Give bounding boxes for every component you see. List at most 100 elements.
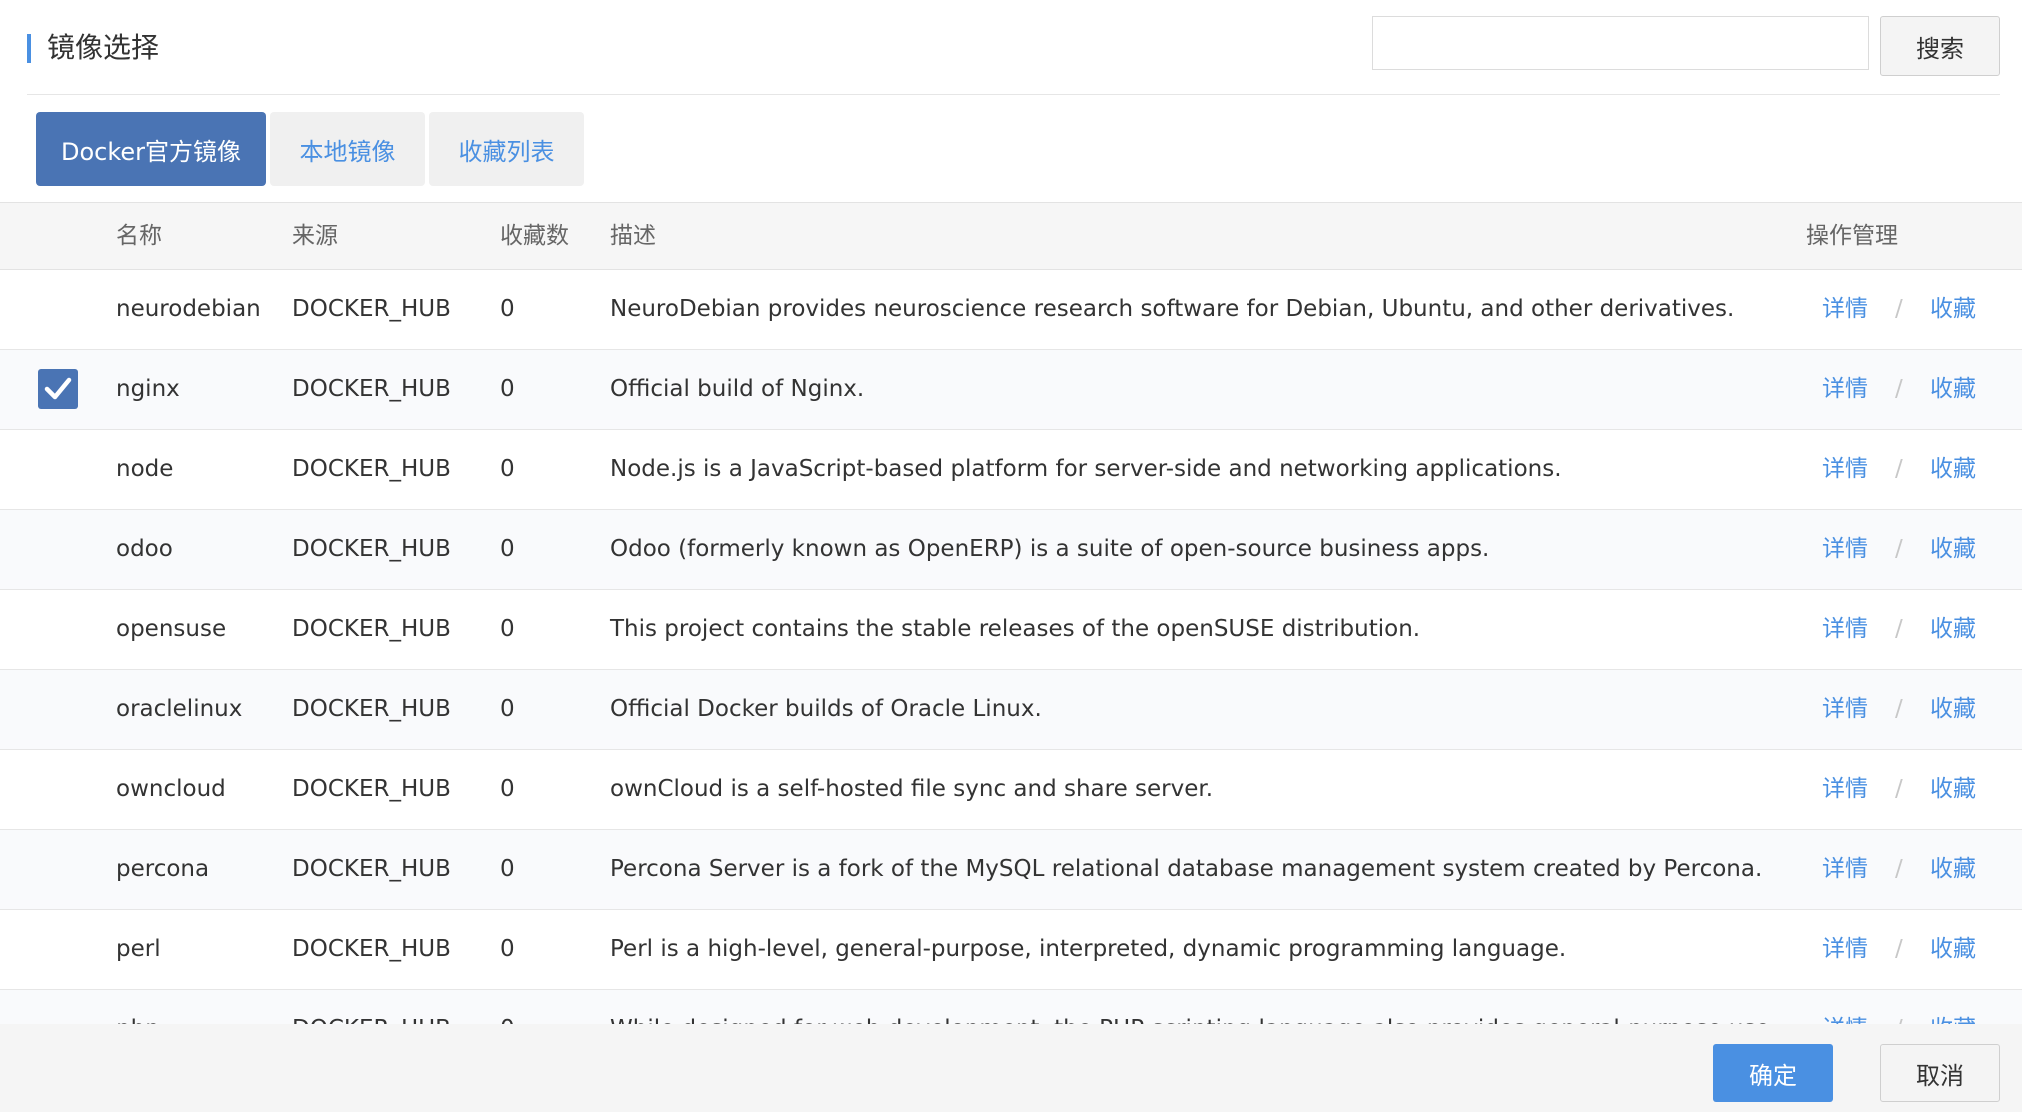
cell-name: oraclelinux bbox=[116, 696, 243, 722]
cell-source: DOCKER_HUB bbox=[292, 376, 451, 402]
cell-count: 0 bbox=[500, 616, 515, 642]
detail-link[interactable]: 详情 bbox=[1822, 430, 1868, 509]
cell-source: DOCKER_HUB bbox=[292, 696, 451, 722]
table-row[interactable]: neurodebian DOCKER_HUB 0 NeuroDebian provid… bbox=[0, 270, 2022, 350]
cell-source: DOCKER_HUB bbox=[292, 536, 451, 562]
tab-docker-official[interactable]: Docker官方镜像 bbox=[36, 112, 266, 186]
cell-name: opensuse bbox=[116, 616, 227, 642]
detail-link[interactable]: 详情 bbox=[1822, 750, 1868, 829]
header: 镜像选择 搜索 bbox=[0, 0, 2022, 96]
search-input[interactable] bbox=[1372, 16, 1869, 70]
cell-name: owncloud bbox=[116, 776, 226, 802]
action-separator: / bbox=[1895, 856, 1903, 882]
favorite-link[interactable]: 收藏 bbox=[1930, 430, 1976, 509]
image-table: 名称 来源 收藏数 描述 操作管理 neurodebian DOCKER_HUB 0… bbox=[0, 202, 2022, 1026]
row-checkbox[interactable] bbox=[38, 289, 78, 329]
tab-bar: Docker官方镜像 本地镜像 收藏列表 bbox=[36, 112, 588, 186]
favorite-link[interactable]: 收藏 bbox=[1930, 270, 1976, 349]
confirm-button[interactable]: 确定 bbox=[1713, 1044, 1833, 1102]
row-checkbox[interactable] bbox=[38, 609, 78, 649]
table-row[interactable]: nginx DOCKER_HUB 0 Official build of Nginx.… bbox=[0, 350, 2022, 430]
cell-desc: ownCloud is a self-hosted file sync and … bbox=[610, 776, 1214, 802]
cell-name: nginx bbox=[116, 376, 180, 402]
action-separator: / bbox=[1895, 456, 1903, 482]
cancel-button[interactable]: 取消 bbox=[1880, 1044, 2000, 1102]
detail-link[interactable]: 详情 bbox=[1822, 350, 1868, 429]
cell-source: DOCKER_HUB bbox=[292, 456, 451, 482]
table-row[interactable]: node DOCKER_HUB 0 Node.js is a JavaScript-b… bbox=[0, 430, 2022, 510]
column-header-count: 收藏数 bbox=[500, 223, 569, 249]
column-header-name: 名称 bbox=[116, 223, 162, 249]
row-checkbox[interactable] bbox=[38, 769, 78, 809]
cell-desc: Official build of Nginx. bbox=[610, 376, 865, 402]
cell-name: odoo bbox=[116, 536, 173, 562]
action-separator: / bbox=[1895, 696, 1903, 722]
detail-link[interactable]: 详情 bbox=[1822, 590, 1868, 669]
action-separator: / bbox=[1895, 616, 1903, 642]
page-title: 镜像选择 bbox=[47, 31, 160, 64]
detail-link[interactable]: 详情 bbox=[1822, 510, 1868, 589]
table-row[interactable]: percona DOCKER_HUB 0 Percona Server is a fo… bbox=[0, 830, 2022, 910]
column-header-desc: 描述 bbox=[610, 223, 656, 249]
tab-favorites[interactable]: 收藏列表 bbox=[429, 112, 584, 186]
action-separator: / bbox=[1895, 776, 1903, 802]
action-separator: / bbox=[1895, 990, 1903, 1026]
cell-name: percona bbox=[116, 856, 210, 882]
detail-link[interactable]: 详情 bbox=[1822, 270, 1868, 349]
row-checkbox[interactable] bbox=[38, 369, 78, 409]
cell-count: 0 bbox=[500, 376, 515, 402]
table-row[interactable]: perl DOCKER_HUB 0 Perl is a high-level, gen… bbox=[0, 910, 2022, 990]
row-checkbox[interactable] bbox=[38, 929, 78, 969]
favorite-link[interactable]: 收藏 bbox=[1930, 990, 1976, 1026]
favorite-link[interactable]: 收藏 bbox=[1930, 510, 1976, 589]
favorite-link[interactable]: 收藏 bbox=[1930, 590, 1976, 669]
cell-count: 0 bbox=[500, 696, 515, 722]
table-header: 名称 来源 收藏数 描述 操作管理 bbox=[0, 202, 2022, 270]
search-button[interactable]: 搜索 bbox=[1880, 16, 2000, 76]
cell-count: 0 bbox=[500, 296, 515, 322]
table-row[interactable]: odoo DOCKER_HUB 0 Odoo (formerly known as O… bbox=[0, 510, 2022, 590]
detail-link[interactable]: 详情 bbox=[1822, 670, 1868, 749]
cell-count: 0 bbox=[500, 776, 515, 802]
footer: 确定 取消 bbox=[0, 1024, 2022, 1112]
cell-source: DOCKER_HUB bbox=[292, 296, 451, 322]
cell-count: 0 bbox=[500, 990, 515, 1026]
cell-name: neurodebian bbox=[116, 296, 261, 322]
table-row[interactable]: php DOCKER_HUB 0 While designed for web dev… bbox=[0, 990, 2022, 1026]
table-row[interactable]: oraclelinux DOCKER_HUB 0 Official Docker bu… bbox=[0, 670, 2022, 750]
favorite-link[interactable]: 收藏 bbox=[1930, 750, 1976, 829]
table-row[interactable]: owncloud DOCKER_HUB 0 ownCloud is a self-ho… bbox=[0, 750, 2022, 830]
row-checkbox[interactable] bbox=[38, 529, 78, 569]
row-checkbox[interactable] bbox=[38, 849, 78, 889]
favorite-link[interactable]: 收藏 bbox=[1930, 830, 1976, 909]
cell-desc: Percona Server is a fork of the MySQL re… bbox=[610, 856, 1763, 882]
detail-link[interactable]: 详情 bbox=[1822, 830, 1868, 909]
cell-name: php bbox=[116, 990, 160, 1026]
cell-desc: Perl is a high-level, general-purpose, i… bbox=[610, 936, 1567, 962]
detail-link[interactable]: 详情 bbox=[1822, 990, 1868, 1026]
cell-desc: While designed for web development, the … bbox=[610, 990, 1777, 1026]
table-row[interactable]: opensuse DOCKER_HUB 0 This project contains… bbox=[0, 590, 2022, 670]
cell-source: DOCKER_HUB bbox=[292, 936, 451, 962]
cell-count: 0 bbox=[500, 856, 515, 882]
cell-count: 0 bbox=[500, 536, 515, 562]
column-header-source: 来源 bbox=[292, 223, 338, 249]
table-body: neurodebian DOCKER_HUB 0 NeuroDebian provid… bbox=[0, 270, 2022, 1026]
favorite-link[interactable]: 收藏 bbox=[1930, 350, 1976, 429]
action-separator: / bbox=[1895, 376, 1903, 402]
favorite-link[interactable]: 收藏 bbox=[1930, 670, 1976, 749]
cell-name: node bbox=[116, 456, 174, 482]
action-separator: / bbox=[1895, 296, 1903, 322]
cell-desc: Official Docker builds of Oracle Linux. bbox=[610, 696, 1042, 722]
checkmark-icon bbox=[44, 377, 72, 400]
cell-desc: NeuroDebian provides neuroscience resear… bbox=[610, 296, 1735, 322]
row-checkbox[interactable] bbox=[38, 449, 78, 489]
cell-name: perl bbox=[116, 936, 161, 962]
column-header-ops: 操作管理 bbox=[1806, 223, 1898, 249]
row-checkbox[interactable] bbox=[38, 689, 78, 729]
action-separator: / bbox=[1895, 936, 1903, 962]
detail-link[interactable]: 详情 bbox=[1822, 910, 1868, 989]
cell-source: DOCKER_HUB bbox=[292, 616, 451, 642]
favorite-link[interactable]: 收藏 bbox=[1930, 910, 1976, 989]
tab-local-images[interactable]: 本地镜像 bbox=[270, 112, 425, 186]
